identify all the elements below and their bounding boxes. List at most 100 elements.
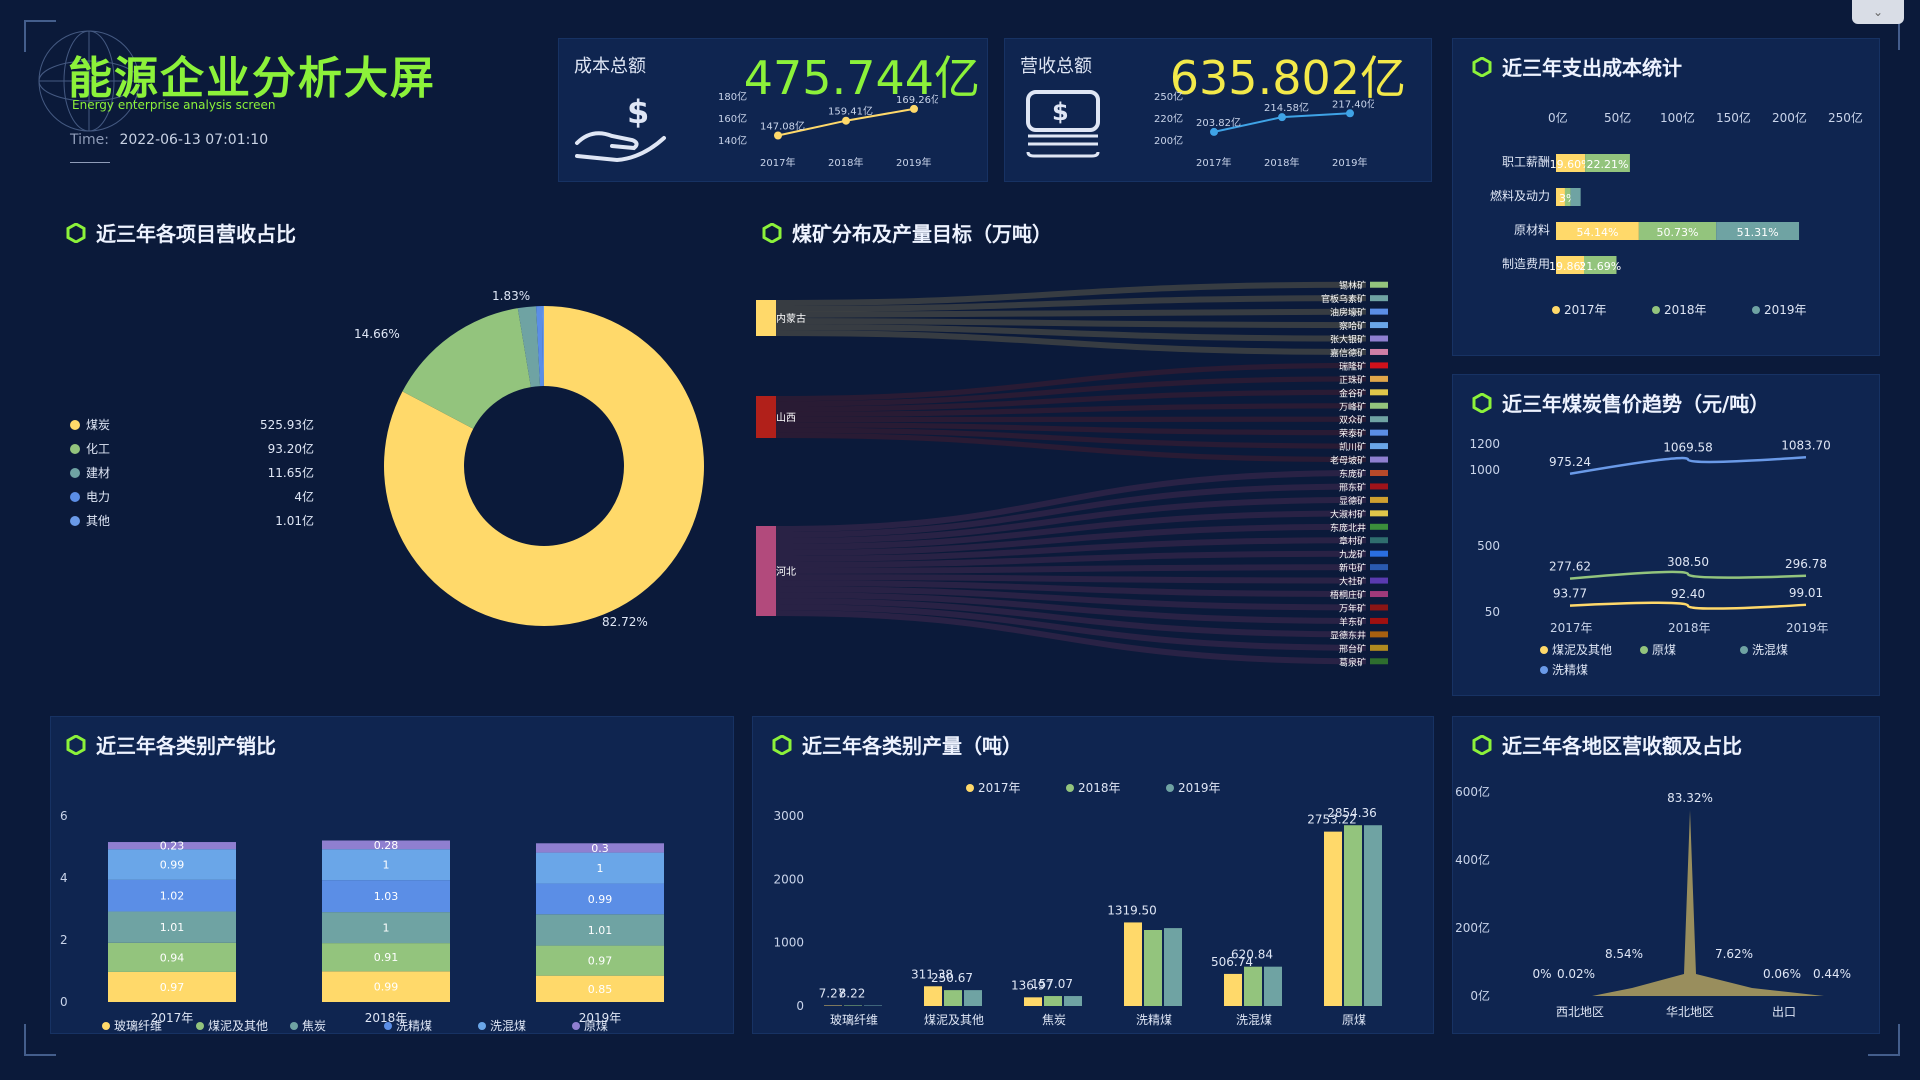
- price-line: [1569, 570, 1807, 580]
- coal-mines-panel: 煤矿分布及产量目标（万吨） 内蒙古 山西 河北 锡林矿 官板乌素矿 油房壕矿 察哈矿 张大银矿…: [756, 206, 1416, 676]
- sankey-source-node: [756, 300, 776, 336]
- data-label: 308.50: [1667, 555, 1709, 569]
- sankey-target-node: [1370, 537, 1388, 544]
- legend-label: 洗混煤: [1752, 643, 1788, 657]
- segment-label: 1: [383, 859, 390, 872]
- time-value: 2022-06-13 07:01:10: [119, 132, 269, 148]
- segment-label: 0.3: [591, 842, 609, 855]
- legend-dot: [478, 1022, 486, 1030]
- hexagon-icon: [762, 222, 782, 243]
- legend-label: 2019年: [1178, 781, 1221, 795]
- legend-item[interactable]: 化工 93.20亿: [70, 436, 314, 460]
- axis-tick-label: 4: [60, 871, 68, 885]
- sankey-target-label: 老母坡矿: [1330, 455, 1366, 467]
- legend-name: 煤炭: [70, 416, 110, 433]
- sankey-source-node: [756, 526, 776, 616]
- sankey-target-node: [1370, 617, 1388, 624]
- data-label: 296.78: [1785, 557, 1827, 571]
- axis-tick-label: 6: [60, 809, 68, 823]
- sankey-target-node: [1370, 429, 1388, 436]
- collapse-button[interactable]: ⌄: [1852, 0, 1904, 24]
- sankey-link: [775, 574, 1367, 584]
- revenue-share-panel: 近三年各项目营收占比 煤炭 525.93亿化工 93.20亿 建材 11.65亿 电力 4亿…: [50, 206, 730, 646]
- prod-sales-chart: 64200.970.941.011.020.990.232017年0.990.9…: [60, 809, 664, 1033]
- legend-dot: [1540, 646, 1548, 654]
- legend-name: 其他: [70, 512, 110, 529]
- axis-tick-label: 2: [60, 933, 68, 947]
- revenue-share-title-row: 近三年各项目营收占比: [66, 218, 296, 247]
- bar: [1024, 997, 1042, 1006]
- sankey-source-node: [756, 396, 776, 438]
- pct-label: 0.06%: [1763, 967, 1801, 981]
- production-title: 近三年各类别产量（吨）: [802, 734, 1022, 758]
- sankey-target-node: [1370, 496, 1388, 503]
- region-title-row: 近三年各地区营收额及占比: [1472, 730, 1742, 759]
- sankey-target-node: [1370, 335, 1388, 342]
- axis-tick-label: 500: [1477, 539, 1500, 553]
- axis-tick-label: 150亿: [1716, 110, 1751, 125]
- sankey-source-label: 河北: [776, 566, 796, 578]
- legend-dot: [1552, 306, 1560, 314]
- segment-label: 1.01: [588, 924, 613, 937]
- legend-value: 4亿: [294, 489, 314, 504]
- sankey-target-label: 东庞矿: [1339, 468, 1366, 480]
- pct-label: 0%: [1532, 967, 1551, 981]
- bar: [1244, 966, 1262, 1006]
- sankey-target-node: [1370, 362, 1388, 369]
- sankey-target-node: [1370, 483, 1388, 490]
- revenue-share-donut: 82.72% 14.66% 1.83%: [354, 289, 705, 629]
- category-label: 华北地区: [1666, 1005, 1714, 1019]
- axis-tick-label: 0: [796, 999, 804, 1013]
- legend-value: 525.93亿: [260, 417, 314, 432]
- data-label: 277.62: [1549, 560, 1591, 574]
- legend-item[interactable]: 煤炭 525.93亿: [70, 412, 314, 436]
- slice-label: 1.83%: [492, 289, 530, 303]
- legend-label: 原煤: [584, 1019, 608, 1033]
- legend-item[interactable]: 电力 4亿: [70, 484, 314, 508]
- hexagon-icon: [1472, 56, 1492, 77]
- bar: [1044, 996, 1062, 1006]
- bar-label: 51.31%: [1737, 226, 1779, 239]
- sankey-target-node: [1370, 631, 1388, 638]
- legend-label: 2018年: [1664, 303, 1707, 317]
- data-label: 147.08亿: [760, 120, 805, 133]
- production-title-row: 近三年各类别产量（吨）: [772, 730, 1022, 759]
- sankey-target-label: 瑞隆矿: [1339, 360, 1366, 372]
- sankey-target-node: [1370, 389, 1388, 396]
- category-label: 洗混煤: [1236, 1013, 1272, 1027]
- sankey-target-node: [1370, 308, 1388, 315]
- sankey-target-label: 显德矿: [1339, 495, 1366, 507]
- legend-item[interactable]: 建材 11.65亿: [70, 460, 314, 484]
- legend-item[interactable]: 其他 1.01亿: [70, 508, 314, 532]
- year-label: 2019年: [1786, 621, 1829, 635]
- time-row: Time: 2022-06-13 07:01:10: [70, 132, 268, 148]
- bar-label: 21.69%: [1579, 260, 1621, 273]
- segment-label: 1.03: [374, 890, 399, 903]
- year-label: 2018年: [828, 156, 863, 169]
- data-label: 214.58亿: [1264, 101, 1309, 114]
- sankey-target-label: 凯川矿: [1339, 441, 1366, 453]
- data-label: 92.40: [1671, 587, 1705, 601]
- data-label: 93.77: [1553, 587, 1587, 601]
- sankey-target-node: [1370, 564, 1388, 571]
- sankey-target-label: 葛泉矿: [1339, 656, 1366, 668]
- sankey-target-label: 章村矿: [1339, 535, 1366, 547]
- chevron-down-icon: ⌄: [1872, 5, 1884, 19]
- legend-dot: [384, 1022, 392, 1030]
- bar-label: 1319.50: [1107, 903, 1157, 917]
- bar-label: 22.21%: [1587, 158, 1629, 171]
- pct-label: 0.44%: [1813, 967, 1851, 981]
- expense-panel: 近三年支出成本统计 0亿 50亿 100亿 150亿 200亿 250亿 职工薪酬 19.60…: [1452, 38, 1880, 356]
- bar: [1324, 831, 1342, 1006]
- sankey-target-node: [1370, 375, 1388, 382]
- kpi-cost-label: 成本总额: [574, 56, 646, 77]
- sankey-target-label: 双众矿: [1339, 414, 1366, 426]
- axis-tick-label: 200亿: [1455, 920, 1490, 935]
- slice-label: 82.72%: [602, 615, 648, 629]
- bar-label: 2854.36: [1327, 806, 1377, 820]
- prod-sales-panel: 近三年各类别产销比 6 4 2 0 0.97 0.94 1.01 1.02 0.99 0.23 20…: [50, 716, 734, 1034]
- legend-label: 洗精煤: [1552, 663, 1588, 677]
- hexagon-icon: [772, 734, 792, 755]
- bar: [1064, 996, 1082, 1006]
- bar: [864, 1005, 882, 1006]
